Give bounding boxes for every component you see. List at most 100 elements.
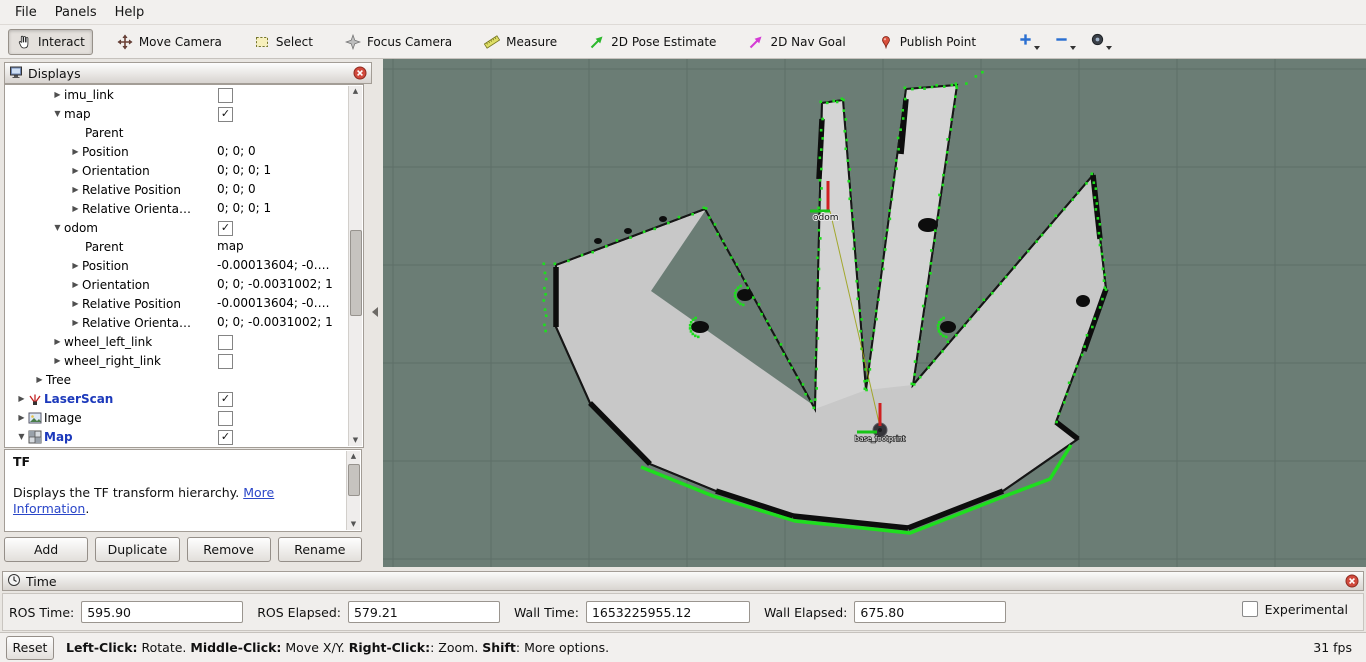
remove-tool-button[interactable] (1052, 30, 1078, 53)
time-close-button[interactable] (1345, 574, 1359, 588)
tree-row-value[interactable]: -0.00013604; -0…. (217, 256, 330, 275)
nav-goal-icon (748, 34, 764, 50)
description-scrollbar-thumb[interactable] (348, 464, 360, 496)
expand-arrow-icon[interactable]: ▶ (69, 318, 82, 327)
scroll-up-icon[interactable]: ▲ (347, 451, 360, 462)
tree-row-odom[interactable]: ▼ odom ✓ (5, 218, 363, 237)
tool-2d-pose-estimate[interactable]: 2D Pose Estimate (581, 29, 724, 55)
tree-row-value[interactable]: -0.00013604; -0…. (217, 294, 330, 313)
expand-arrow-icon[interactable]: ▶ (15, 394, 28, 403)
tree-row-relative-orienta[interactable]: ▶ Relative Orienta… 0; 0; 0; 1 (5, 199, 363, 218)
menu-item-file[interactable]: File (6, 2, 46, 23)
tree-row-wheel-left-link[interactable]: ▶ wheel_left_link (5, 332, 363, 351)
tool-interact[interactable]: Interact (8, 28, 93, 55)
enable-checkbox[interactable] (218, 411, 233, 426)
reset-button[interactable]: Reset (6, 635, 54, 660)
tree-row-value[interactable]: 0; 0; 0 (217, 180, 256, 199)
expand-arrow-icon[interactable]: ▼ (15, 432, 28, 441)
time-panel-header[interactable]: Time (2, 571, 1364, 591)
scroll-down-icon[interactable]: ▼ (347, 519, 360, 530)
enable-checkbox[interactable]: ✓ (218, 221, 233, 236)
enable-checkbox[interactable]: ✓ (218, 392, 233, 407)
expand-arrow-icon[interactable]: ▶ (51, 90, 64, 99)
expand-arrow-icon[interactable]: ▶ (51, 337, 64, 346)
time-field-input[interactable] (81, 601, 244, 623)
3d-viewport[interactable]: odom base_footprint (383, 59, 1366, 567)
duplicate-button[interactable]: Duplicate (95, 537, 180, 562)
displays-panel-header[interactable]: Displays (4, 62, 372, 84)
menu-item-panels[interactable]: Panels (46, 2, 106, 23)
displays-close-button[interactable] (353, 66, 367, 80)
panel-collapse-handle[interactable] (369, 303, 381, 321)
expand-arrow-icon[interactable]: ▶ (69, 204, 82, 213)
laserscan-icon (28, 392, 44, 406)
tree-row-parent[interactable]: Parent (5, 123, 363, 142)
tree-row-imu-link[interactable]: ▶ imu_link (5, 85, 363, 104)
tree-row-value[interactable]: 0; 0; -0.0031002; 1 (217, 313, 333, 332)
tree-row-wheel-right-link[interactable]: ▶ wheel_right_link (5, 351, 363, 370)
chevron-down-icon[interactable] (1106, 46, 1113, 50)
remove-button[interactable]: Remove (186, 537, 271, 562)
scroll-down-icon[interactable]: ▼ (349, 435, 362, 446)
tree-row-value[interactable]: 0; 0; 0; 1 (217, 161, 271, 180)
chevron-down-icon[interactable] (1034, 46, 1041, 50)
time-field-ros-time: ROS Time: (9, 601, 244, 623)
time-panel-title: Time (26, 573, 57, 589)
expand-arrow-icon[interactable]: ▶ (69, 185, 82, 194)
expand-arrow-icon[interactable]: ▶ (69, 261, 82, 270)
displays-panel-buttons: Add Duplicate Remove Rename (4, 537, 362, 562)
enable-checkbox[interactable] (218, 354, 233, 369)
experimental-checkbox[interactable] (1241, 601, 1258, 617)
enable-checkbox[interactable]: ✓ (218, 107, 233, 122)
time-field-input[interactable] (347, 601, 500, 623)
enable-checkbox[interactable]: ✓ (218, 430, 233, 445)
expand-arrow-icon[interactable]: ▶ (69, 299, 82, 308)
time-field-input[interactable] (854, 601, 1007, 623)
tool-publish-point[interactable]: Publish Point (870, 29, 984, 55)
tree-scrollbar[interactable]: ▲ ▼ (348, 86, 362, 446)
tree-row-laserscan[interactable]: ▶ LaserScan ✓ (5, 389, 363, 408)
tree-row-value[interactable]: 0; 0; 0 (217, 142, 256, 161)
expand-arrow-icon[interactable]: ▶ (69, 147, 82, 156)
time-field-input[interactable] (585, 601, 750, 623)
tool-options-button[interactable] (1088, 30, 1114, 53)
tree-row-orientation[interactable]: ▶ Orientation 0; 0; 0; 1 (5, 161, 363, 180)
rename-button[interactable]: Rename (277, 537, 362, 562)
tool-select[interactable]: Select (246, 29, 321, 55)
expand-arrow-icon[interactable]: ▶ (33, 375, 46, 384)
tree-row-position[interactable]: ▶ Position -0.00013604; -0…. (5, 256, 363, 275)
tree-row-map[interactable]: ▼ Map ✓ (5, 427, 363, 446)
tree-row-value[interactable]: 0; 0; 0; 1 (217, 199, 271, 218)
menu-item-help[interactable]: Help (106, 2, 154, 23)
tree-row-relative-orienta[interactable]: ▶ Relative Orienta… 0; 0; -0.0031002; 1 (5, 313, 363, 332)
tree-row-label: Position (82, 258, 129, 273)
tree-row-position[interactable]: ▶ Position 0; 0; 0 (5, 142, 363, 161)
tree-row-value[interactable]: map (217, 237, 244, 256)
tree-row-relative-position[interactable]: ▶ Relative Position 0; 0; 0 (5, 180, 363, 199)
expand-arrow-icon[interactable]: ▼ (51, 109, 64, 118)
tree-scrollbar-thumb[interactable] (350, 230, 362, 316)
tree-row-tree[interactable]: ▶ Tree (5, 370, 363, 389)
tool-2d-nav-goal[interactable]: 2D Nav Goal (740, 29, 853, 55)
add-tool-button[interactable] (1016, 30, 1042, 53)
description-scrollbar[interactable]: ▲ ▼ (346, 451, 360, 530)
expand-arrow-icon[interactable]: ▶ (15, 413, 28, 422)
scroll-up-icon[interactable]: ▲ (349, 86, 362, 97)
enable-checkbox[interactable] (218, 335, 233, 350)
add-button[interactable]: Add (4, 537, 89, 562)
expand-arrow-icon[interactable]: ▼ (51, 223, 64, 232)
tool-move-camera[interactable]: Move Camera (109, 29, 230, 55)
expand-arrow-icon[interactable]: ▶ (69, 166, 82, 175)
tree-row-relative-position[interactable]: ▶ Relative Position -0.00013604; -0…. (5, 294, 363, 313)
tree-row-orientation[interactable]: ▶ Orientation 0; 0; -0.0031002; 1 (5, 275, 363, 294)
expand-arrow-icon[interactable]: ▶ (69, 280, 82, 289)
expand-arrow-icon[interactable]: ▶ (51, 356, 64, 365)
tree-row-map[interactable]: ▼ map ✓ (5, 104, 363, 123)
tool-measure[interactable]: Measure (476, 29, 565, 55)
tree-row-value[interactable]: 0; 0; -0.0031002; 1 (217, 275, 333, 294)
tree-row-parent[interactable]: Parent map (5, 237, 363, 256)
chevron-down-icon[interactable] (1070, 46, 1077, 50)
tree-row-image[interactable]: ▶ Image (5, 408, 363, 427)
enable-checkbox[interactable] (218, 88, 233, 103)
tool-focus-camera[interactable]: Focus Camera (337, 29, 460, 55)
